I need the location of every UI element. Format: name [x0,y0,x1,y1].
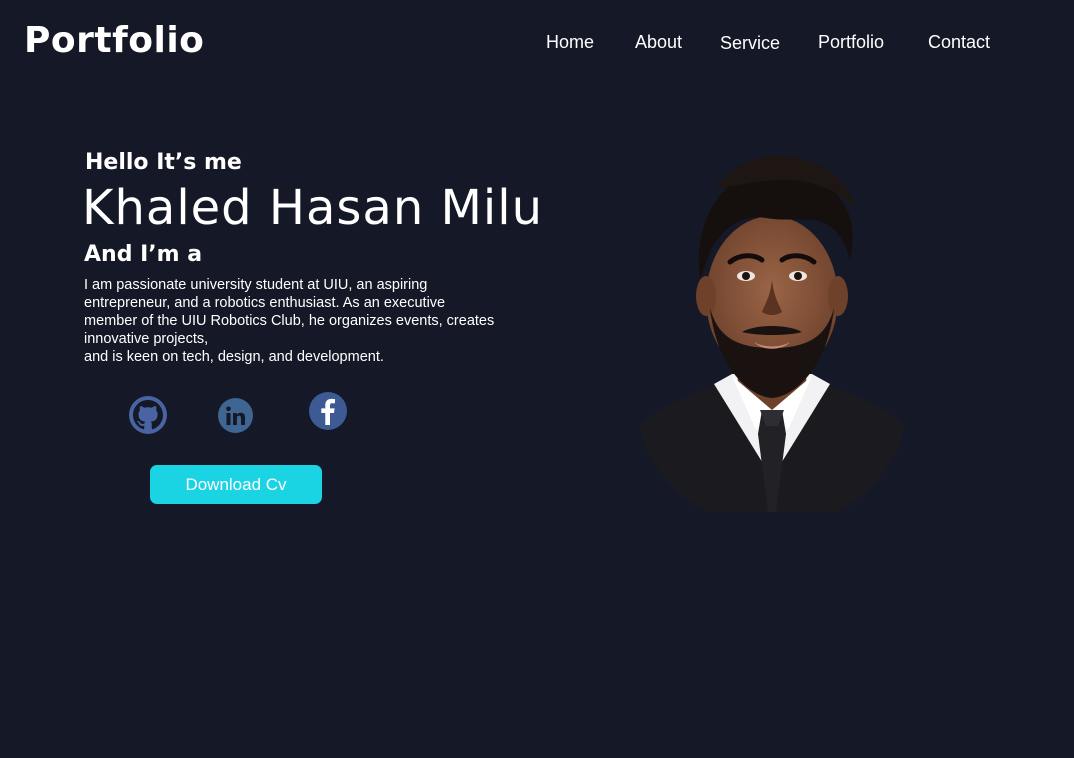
linkedin-icon [224,404,248,428]
bio-line: member of the UIU Robotics Club, he orga… [84,313,495,329]
linkedin-link[interactable] [218,398,253,433]
main-nav: Home About Service Portfolio Contact [0,30,1074,56]
bio-line: and is keen on tech, design, and develop… [84,349,384,365]
bio-line: innovative projects, [84,331,209,347]
download-cv-button[interactable]: Download Cv [150,465,322,504]
nav-service[interactable]: Service [720,31,780,55]
nav-about[interactable]: About [635,30,682,54]
bio-line: entrepreneur, and a robotics enthusiast.… [84,295,446,311]
nav-portfolio[interactable]: Portfolio [818,30,884,54]
bio-line: I am passionate university student at UI… [84,277,428,293]
facebook-link[interactable] [309,392,347,430]
nav-home[interactable]: Home [546,30,594,54]
hero-bio: I am passionate university student at UI… [84,276,554,366]
hero-name: Khaled Hasan Milu [82,180,544,236]
hero-role: And I’m a [84,242,203,267]
hero-greeting: Hello It’s me [85,150,242,175]
facebook-icon [317,397,339,425]
nav-contact[interactable]: Contact [928,30,990,54]
portfolio-page: Portfolio Home About Service Portfolio C… [0,0,1074,758]
github-link[interactable] [129,396,167,434]
profile-photo [636,148,908,512]
github-icon [133,400,163,430]
